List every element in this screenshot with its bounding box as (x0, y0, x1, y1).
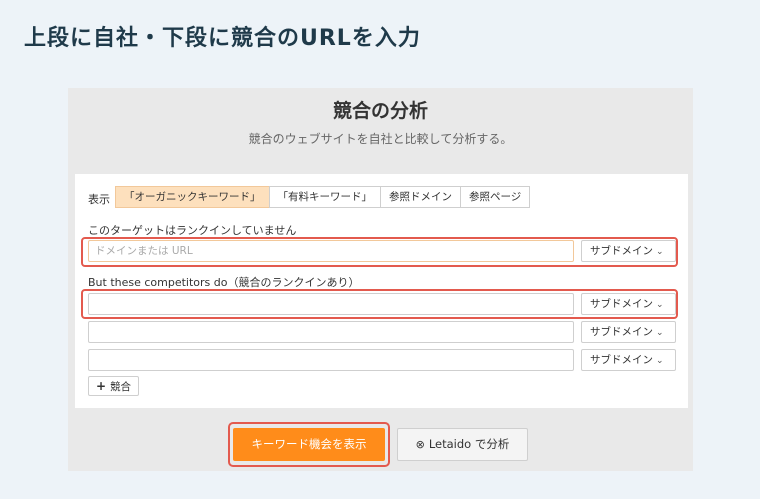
display-label: 表示 (88, 193, 110, 206)
competitor-analysis-panel: 競合の分析 競合のウェブサイトを自社と比較して分析する。 表示 「オーガニックキ… (68, 88, 693, 471)
tab-referring-pages[interactable]: 参照ページ (460, 186, 531, 208)
panel-subtitle: 競合のウェブサイトを自社と比較して分析する。 (248, 132, 513, 146)
display-tabs: 「オーガニックキーワード」 「有料キーワード」 参照ドメイン 参照ページ (115, 186, 531, 208)
analyze-button[interactable]: ⊗ Letaido で分析 (397, 428, 528, 461)
tab-organic-keywords[interactable]: 「オーガニックキーワード」 (115, 186, 270, 208)
target-scope-label: サブドメイン (590, 245, 653, 257)
target-scope-select[interactable]: サブドメイン ⌄ (581, 240, 676, 262)
add-competitor-label: 競合 (110, 381, 132, 393)
competitor-url-input[interactable] (88, 349, 574, 371)
competitor-scope-label: サブドメイン (590, 298, 653, 310)
page-heading: 上段に自社・下段に競合のURLを入力 (24, 26, 421, 51)
competitor-scope-label: サブドメイン (590, 354, 653, 366)
show-keyword-opportunities-button[interactable]: キーワード機会を表示 (233, 428, 385, 461)
circle-x-icon: ⊗ (415, 438, 425, 451)
chevron-down-icon: ⌄ (656, 300, 664, 310)
competitor-url-input[interactable] (88, 321, 574, 343)
competitor-row: サブドメイン ⌄ (88, 349, 676, 371)
plus-icon: + (96, 379, 107, 393)
competitor-scope-select[interactable]: サブドメイン ⌄ (581, 321, 676, 343)
competitor-scope-select[interactable]: サブドメイン ⌄ (581, 349, 676, 371)
tab-paid-keywords[interactable]: 「有料キーワード」 (268, 186, 381, 208)
chevron-down-icon: ⌄ (656, 247, 664, 257)
competitor-url-input[interactable] (88, 293, 574, 315)
competitor-scope-label: サブドメイン (590, 326, 653, 338)
add-competitor-button[interactable]: + 競合 (88, 376, 140, 396)
target-url-input[interactable] (88, 240, 574, 262)
target-label: このターゲットはランクインしていません (88, 224, 297, 237)
panel-title: 競合の分析 (332, 100, 428, 122)
form-card: 表示 「オーガニックキーワード」 「有料キーワード」 参照ドメイン 参照ページ … (75, 174, 688, 408)
competitor-scope-select[interactable]: サブドメイン ⌄ (581, 293, 676, 315)
competitor-row: サブドメイン ⌄ (88, 293, 676, 315)
analyze-button-label: Letaido で分析 (428, 437, 510, 451)
chevron-down-icon: ⌄ (656, 328, 664, 338)
tab-referring-domains[interactable]: 参照ドメイン (380, 186, 461, 208)
competitor-row: サブドメイン ⌄ (88, 321, 676, 343)
chevron-down-icon: ⌄ (656, 356, 664, 366)
competitors-label: But these competitors do（競合のランクインあり） (88, 276, 360, 289)
target-row: サブドメイン⌄ (88, 240, 676, 262)
